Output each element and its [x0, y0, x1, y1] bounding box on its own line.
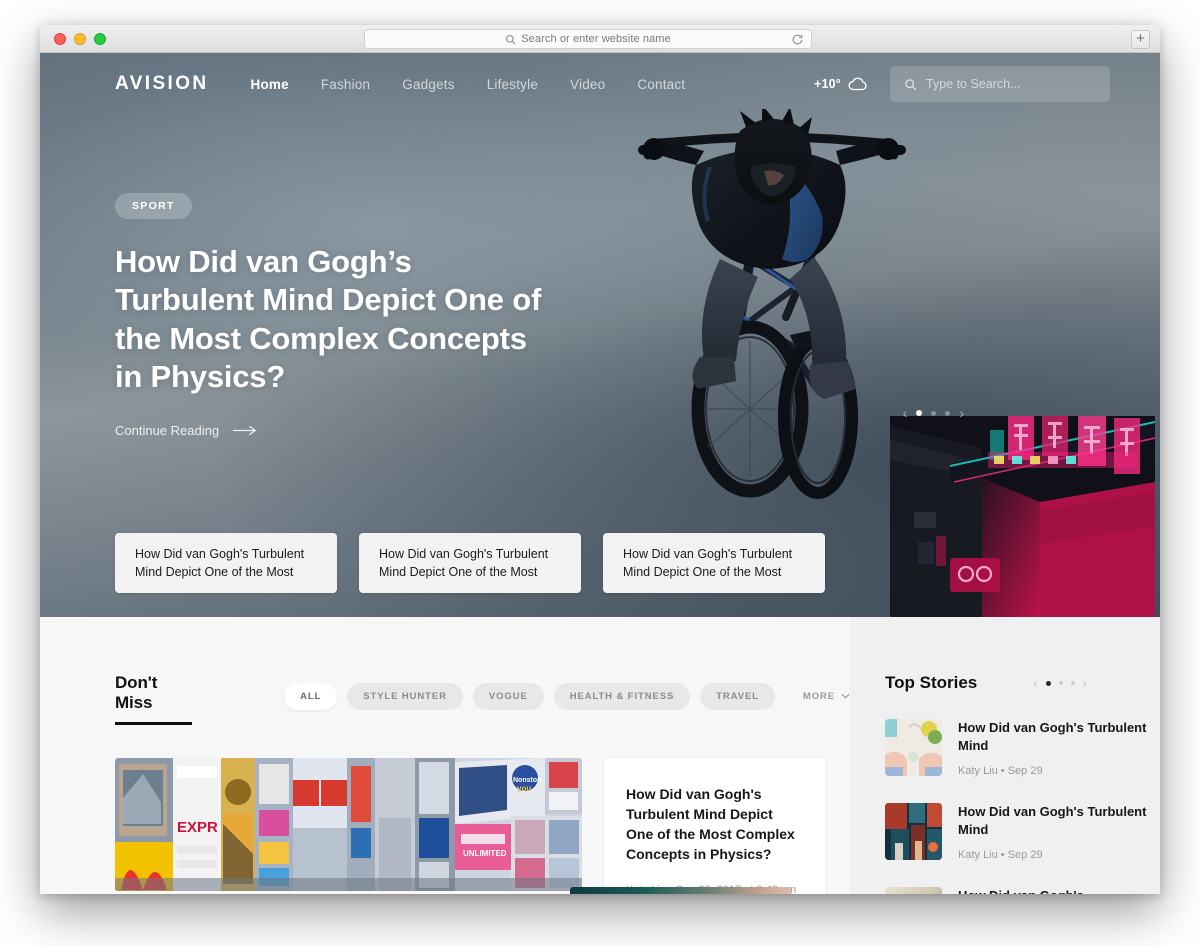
story-text: How Did van Gogh's Turbulent Mind Katy L… [958, 719, 1160, 777]
page-viewport: AVISION Home Fashion Gadgets Lifestyle V… [40, 53, 1160, 894]
svg-text:EXPR: EXPR [177, 819, 218, 836]
address-bar[interactable]: Search or enter website name [364, 29, 812, 49]
continue-reading-label: Continue Reading [115, 422, 220, 438]
filter-pill-health-fitness[interactable]: HEALTH & FITNESS [553, 682, 691, 710]
times-square-illustration: EXPR Nonstop you UNLIMITED [115, 758, 582, 891]
cloud-icon [848, 77, 867, 91]
weather-widget: +10° [814, 77, 868, 91]
filter-pill-travel[interactable]: TRAVEL [700, 682, 775, 710]
header-right-group: +10° Type to Search... [814, 66, 1110, 102]
story-meta: Katy Liu • Sep 29 [958, 764, 1043, 777]
top-stories-title: Top Stories [885, 673, 978, 692]
svg-text:Nonstop: Nonstop [513, 777, 541, 784]
list-item[interactable]: How Did van Gogh's Turbulent Mind Katy L… [885, 802, 1160, 861]
pager-dot-1[interactable] [1045, 680, 1051, 686]
content-area: Don't Miss ALL STYLE HUNTER VOGUE HEALTH… [40, 617, 1160, 894]
site-header: AVISION Home Fashion Gadgets Lifestyle V… [40, 53, 1160, 115]
hero-headline: How Did van Gogh’s Turbulent Mind Depict… [115, 244, 542, 395]
story-text: How Did van Gogh's Turbulent Mind Katy L… [958, 803, 1160, 861]
neon-street-illustration [890, 416, 1155, 617]
list-item[interactable]: How Did van Gogh's Turbulent Mind Katy L… [885, 719, 1160, 777]
address-bar-placeholder: Search or enter website name [521, 33, 671, 45]
list-item[interactable]: How Did van Gogh's [885, 886, 1160, 894]
night-market-illustration [885, 802, 942, 860]
more-filters-button[interactable]: MORE [803, 691, 850, 702]
filter-pill-group: ALL STYLE HUNTER VOGUE HEALTH & FITNESS … [284, 682, 850, 710]
nav-item-video[interactable]: Video [570, 77, 605, 92]
top-stories-pager: ‹ › [1033, 676, 1087, 691]
hero-card[interactable]: How Did van Gogh's Turbulent Mind Depict… [115, 533, 337, 593]
story-thumbnail [885, 802, 942, 860]
story-thumbnail [885, 719, 942, 776]
new-tab-button[interactable]: + [1131, 30, 1150, 49]
story-thumbnail [885, 886, 942, 894]
more-label: MORE [802, 690, 835, 702]
story-text: How Did van Gogh's [958, 887, 1084, 894]
bmx-rider-illustration [638, 109, 906, 499]
weather-temperature: +10° [813, 77, 841, 91]
hero-carousel-controls: ‹ › [903, 405, 964, 421]
filter-pill-vogue[interactable]: VOGUE [472, 682, 544, 710]
hero-section: AVISION Home Fashion Gadgets Lifestyle V… [40, 53, 1160, 617]
nav-item-gadgets[interactable]: Gadgets [402, 77, 454, 92]
story-meta: Katy Liu • Sep 29 [958, 848, 1043, 861]
browser-window: Search or enter website name + AVISION H… [40, 25, 1160, 894]
story-title: How Did van Gogh's Turbulent Mind [958, 803, 1147, 838]
carousel-dot-3[interactable] [945, 410, 951, 416]
nav-item-fashion[interactable]: Fashion [321, 77, 370, 92]
pager-dot-2[interactable] [1058, 681, 1063, 685]
chevron-left-icon[interactable]: ‹ [903, 405, 908, 421]
hero-card[interactable]: How Did van Gogh's Turbulent Mind Depict… [359, 533, 581, 593]
hero-card-list: How Did van Gogh's Turbulent Mind Depict… [115, 533, 825, 593]
search-icon [905, 78, 917, 90]
svg-text:you: you [517, 784, 531, 793]
article-grid: EXPR Nonstop you UNLIMITED How Did van G… [115, 758, 850, 894]
feature-article[interactable]: EXPR Nonstop you UNLIMITED [115, 758, 582, 894]
site-search-input[interactable]: Type to Search... [890, 66, 1110, 102]
site-logo[interactable]: AVISION [115, 73, 209, 95]
secondary-article-image[interactable] [570, 887, 791, 894]
article-card-title: How Did van Gogh's Turbulent Mind Depict… [626, 786, 795, 863]
chevron-right-icon[interactable]: › [959, 405, 964, 421]
reload-icon[interactable] [791, 33, 804, 46]
top-stories-section: Top Stories ‹ › How Did van Gogh's Turbu… [850, 617, 1160, 894]
article-card[interactable]: How Did van Gogh's Turbulent Mind Depict… [604, 758, 825, 894]
nav-item-contact[interactable]: Contact [637, 77, 685, 92]
svg-text:UNLIMITED: UNLIMITED [463, 849, 507, 858]
carousel-dot-2[interactable] [931, 410, 937, 416]
chevron-down-icon [841, 693, 850, 699]
category-badge-sport[interactable]: SPORT [115, 193, 192, 219]
chevron-left-icon[interactable]: ‹ [1033, 676, 1037, 691]
search-icon [506, 34, 516, 44]
hero-card[interactable]: How Did van Gogh's Turbulent Mind Depict… [603, 533, 825, 593]
dont-miss-section: Don't Miss ALL STYLE HUNTER VOGUE HEALTH… [40, 617, 850, 894]
hero-image-bmx-rider [600, 109, 940, 549]
main-navigation: Home Fashion Gadgets Lifestyle Video Con… [251, 77, 686, 92]
hands-crafting-illustration [885, 719, 942, 776]
top-stories-header: Top Stories ‹ › [885, 673, 1160, 693]
close-window-button[interactable] [54, 32, 66, 45]
continue-reading-link[interactable]: Continue Reading [115, 423, 545, 438]
arrow-right-icon [233, 425, 257, 436]
feature-image-times-square: EXPR Nonstop you UNLIMITED [115, 758, 582, 891]
page-title: Don't Miss [115, 673, 193, 725]
carousel-dot-1[interactable] [916, 410, 923, 416]
nav-item-home[interactable]: Home [251, 77, 289, 92]
window-controls [54, 32, 106, 45]
section-header: Don't Miss ALL STYLE HUNTER VOGUE HEALTH… [115, 673, 850, 725]
story-title: How Did van Gogh's [958, 887, 1084, 894]
nav-item-lifestyle[interactable]: Lifestyle [487, 77, 538, 92]
pager-dot-3[interactable] [1070, 681, 1075, 685]
chevron-right-icon[interactable]: › [1083, 676, 1087, 691]
filter-pill-all[interactable]: ALL [284, 682, 338, 710]
story-title: How Did van Gogh's Turbulent Mind [958, 720, 1147, 754]
filter-pill-style-hunter[interactable]: STYLE HUNTER [347, 682, 463, 710]
site-search-placeholder: Type to Search... [926, 77, 1021, 91]
minimize-window-button[interactable] [74, 32, 86, 45]
maximize-window-button[interactable] [94, 32, 106, 45]
hero-side-image-neon[interactable] [890, 416, 1155, 617]
hero-content: SPORT How Did van Gogh’s Turbulent Mind … [115, 193, 545, 438]
browser-titlebar: Search or enter website name + [40, 25, 1160, 53]
